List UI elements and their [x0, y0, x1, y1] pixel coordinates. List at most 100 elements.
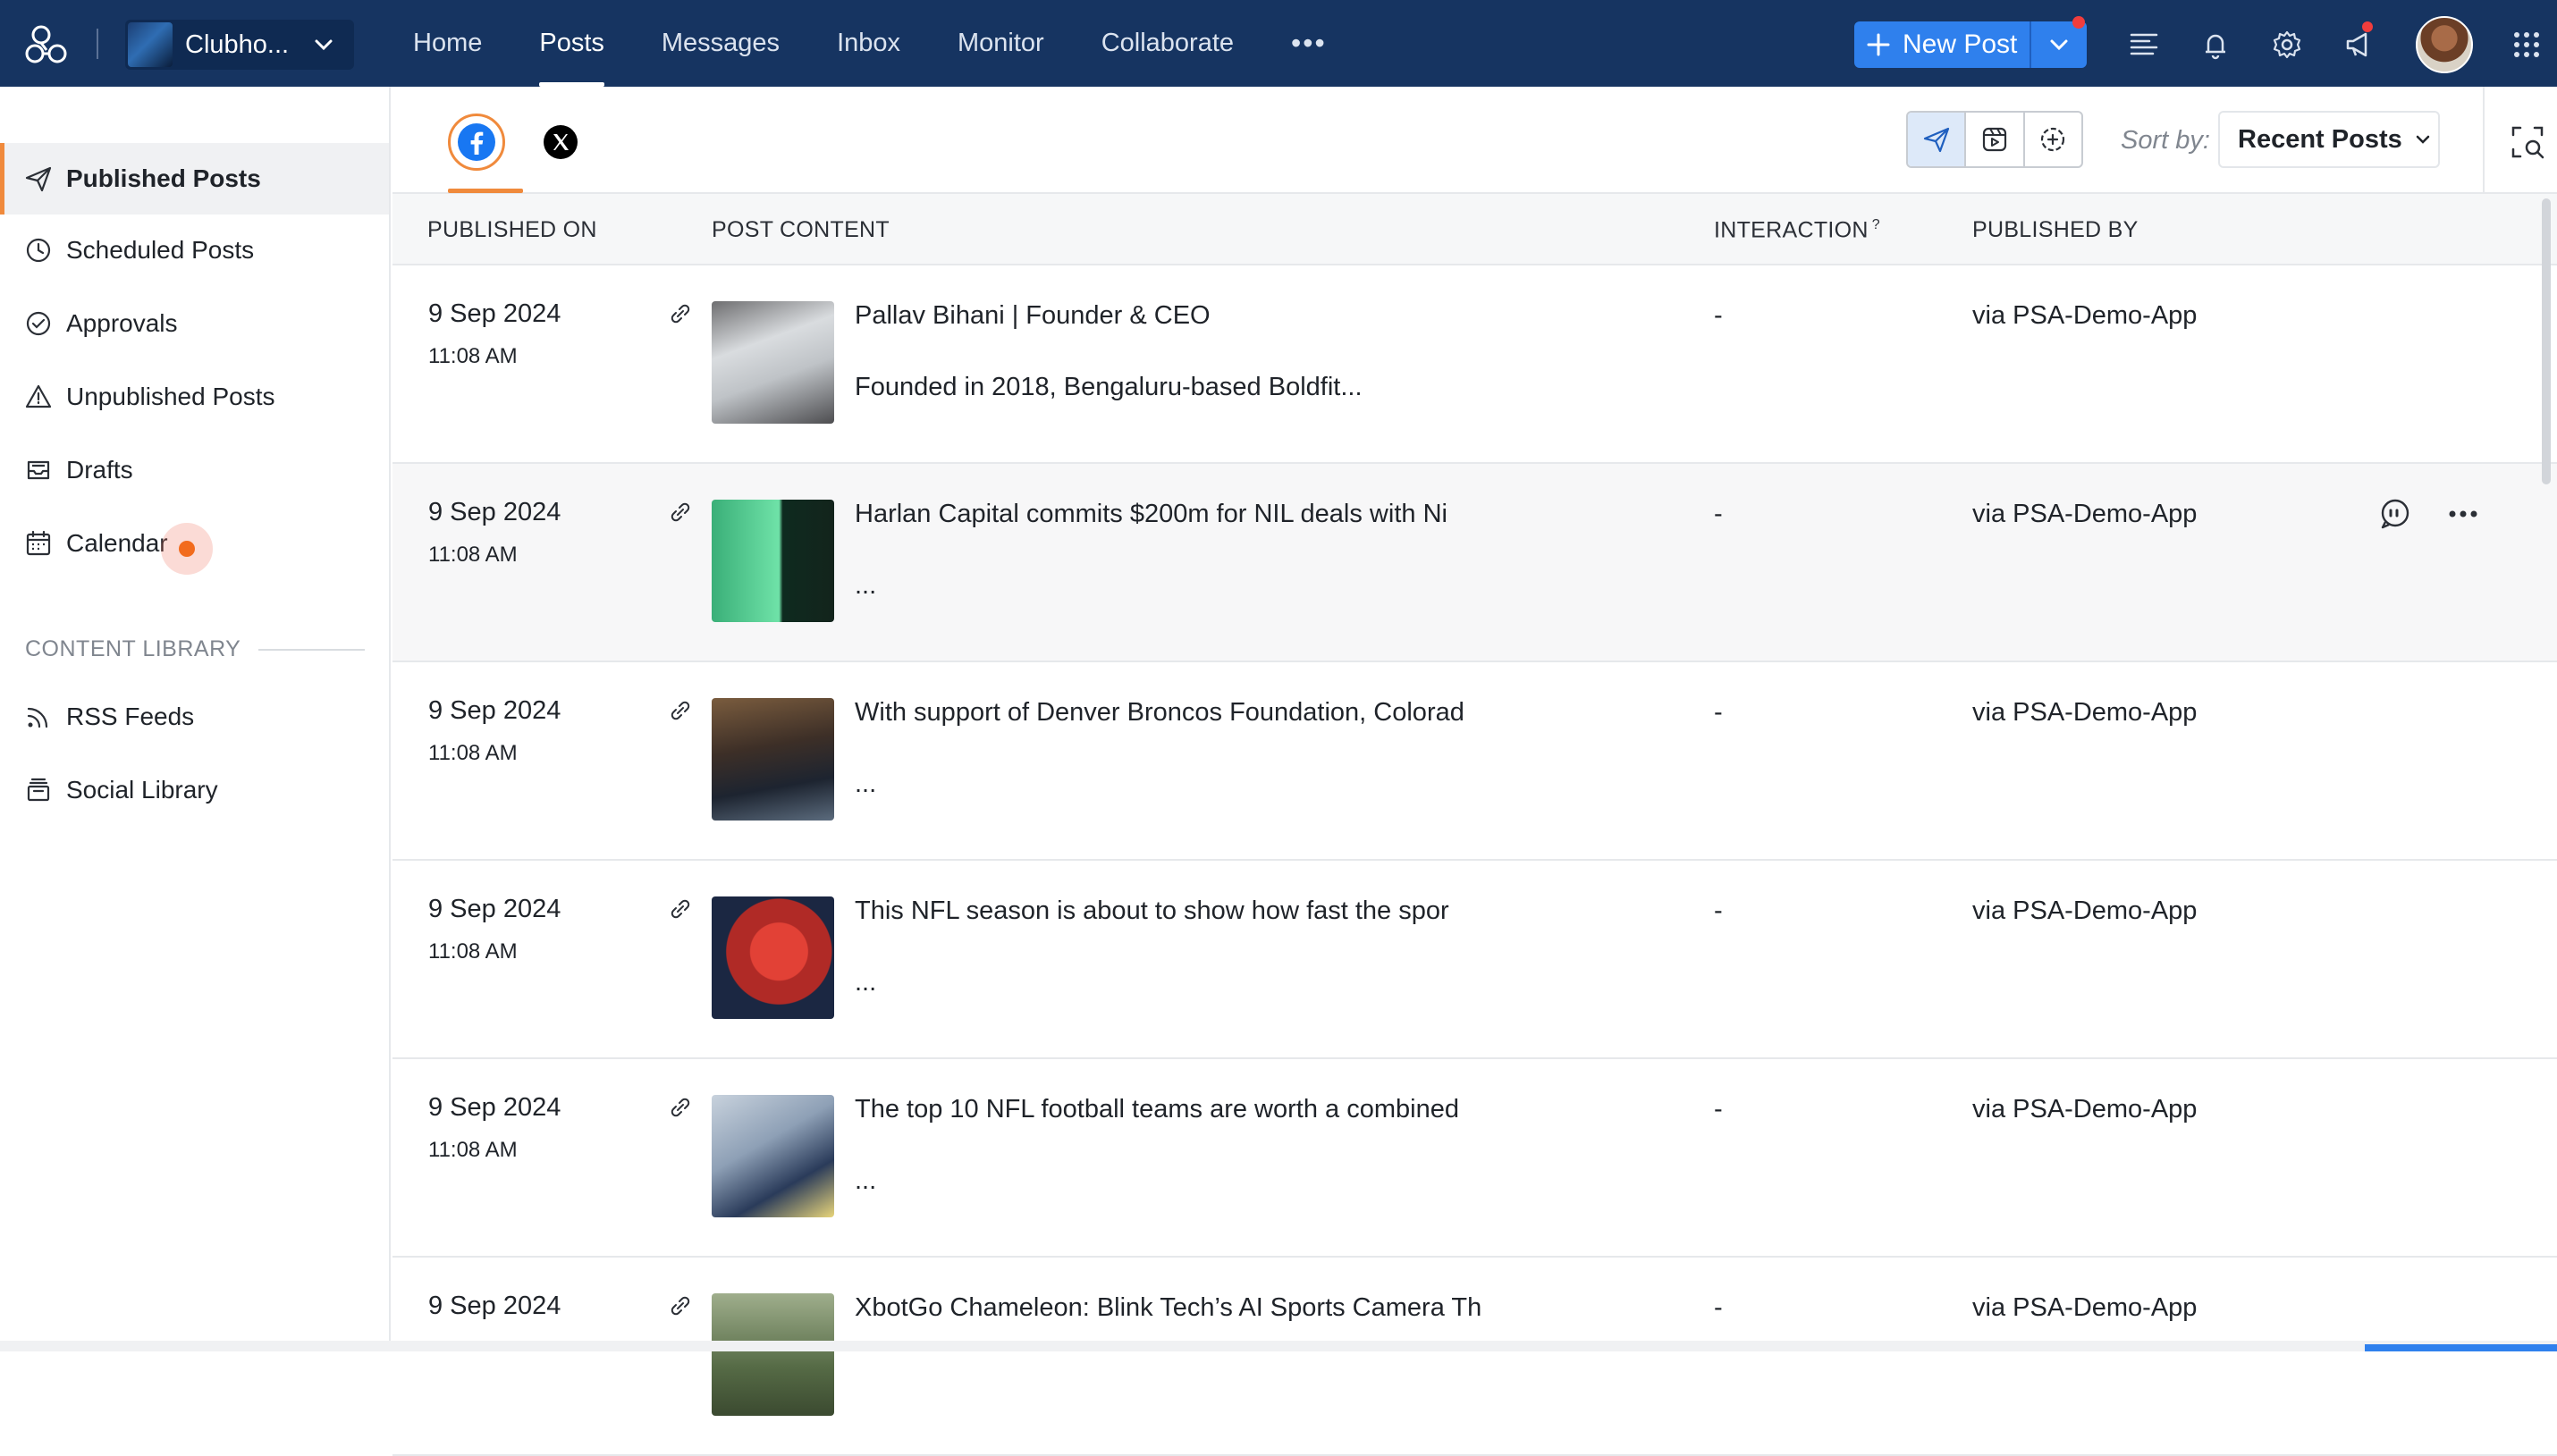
nav-monitor[interactable]: Monitor	[929, 0, 1073, 87]
interaction-header-label: INTERACTION	[1714, 217, 1869, 243]
sidebar-item-label: Approvals	[66, 309, 178, 337]
brand-thumbnail	[128, 22, 173, 67]
toggle-reels-view[interactable]	[1966, 113, 2025, 166]
avatar[interactable]	[2416, 16, 2473, 73]
tab-facebook[interactable]	[448, 114, 505, 171]
send-icon	[25, 166, 52, 192]
network-tabs-bar: Sort by: Recent Posts	[392, 87, 2557, 194]
row-interaction: -	[1714, 301, 1723, 330]
facebook-icon	[458, 123, 495, 161]
post-title[interactable]: With support of Denver Broncos Foundatio…	[855, 698, 1464, 728]
post-type-toggle	[1906, 111, 2083, 168]
post-body: Founded in 2018, Bengaluru-based Boldfit…	[855, 373, 1363, 401]
table-row[interactable]: 9 Sep 2024 11:08 AM Pallav Bihani | Foun…	[392, 265, 2557, 464]
link-icon[interactable]	[666, 895, 695, 923]
table-row[interactable]: 9 Sep 2024 11:08 AM Harlan Capital commi…	[392, 464, 2557, 662]
app-logo-icon[interactable]	[23, 20, 73, 70]
vertical-scrollbar[interactable]	[2542, 198, 2551, 484]
section-divider	[258, 648, 365, 651]
row-published-by: via PSA-Demo-App	[1972, 698, 2198, 727]
bell-icon[interactable]	[2198, 27, 2233, 63]
sidebar-item-published-posts[interactable]: Published Posts	[0, 143, 389, 215]
row-published-by: via PSA-Demo-App	[1972, 301, 2198, 330]
row-date: 9 Sep 2024	[428, 299, 561, 328]
row-time: 11:08 AM	[428, 741, 518, 765]
table-row[interactable]: 9 Sep 2024 11:08 AM The top 10 NFL footb…	[392, 1059, 2557, 1258]
nav-posts-label: Posts	[539, 29, 604, 57]
post-thumbnail[interactable]	[712, 1095, 834, 1217]
gear-icon[interactable]	[2269, 27, 2305, 63]
new-post-button[interactable]: New Post	[1854, 21, 2030, 68]
brand-switcher[interactable]: Clubho...	[125, 20, 354, 70]
check-circle-icon	[26, 311, 51, 336]
active-tab-indicator	[448, 189, 523, 193]
post-thumbnail[interactable]	[712, 1293, 834, 1416]
sort-dropdown[interactable]: Recent Posts	[2218, 111, 2440, 168]
post-thumbnail[interactable]	[712, 500, 834, 622]
sidebar-item-unpublished-posts[interactable]: Unpublished Posts	[0, 361, 389, 433]
x-twitter-icon	[544, 125, 578, 159]
tab-x[interactable]	[532, 114, 589, 171]
row-time: 11:08 AM	[428, 1138, 518, 1162]
sidebar-item-scheduled-posts[interactable]: Scheduled Posts	[0, 215, 389, 286]
post-body: ...	[855, 1166, 877, 1195]
toggle-stories-view[interactable]	[2025, 113, 2081, 166]
post-thumbnail[interactable]	[712, 896, 834, 1019]
link-icon[interactable]	[666, 498, 695, 526]
send-icon	[1923, 127, 1949, 153]
table-row[interactable]: 9 Sep 2024 11:08 AM This NFL season is a…	[392, 861, 2557, 1059]
help-question-icon[interactable]: ?	[1872, 217, 1880, 232]
sidebar-item-social-library[interactable]: Social Library	[0, 754, 389, 826]
rss-icon	[27, 707, 48, 728]
library-icon	[27, 778, 50, 802]
post-title[interactable]: This NFL season is about to show how fas…	[855, 896, 1449, 926]
row-interaction: -	[1714, 698, 1723, 727]
new-post-label: New Post	[1903, 29, 2018, 59]
post-title[interactable]: XbotGo Chameleon: Blink Tech’s AI Sports…	[855, 1293, 1481, 1323]
post-body: ...	[855, 968, 877, 997]
nav-home-label: Home	[413, 29, 483, 57]
row-interaction: -	[1714, 500, 1723, 528]
inbox-tray-icon	[27, 460, 50, 480]
post-thumbnail[interactable]	[712, 301, 834, 424]
bottom-progress-bar	[2365, 1344, 2557, 1351]
calendar-icon	[26, 530, 51, 556]
table-row[interactable]: 9 Sep 2024 11:08 AM With support of Denv…	[392, 662, 2557, 861]
post-title[interactable]: Pallav Bihani | Founder & CEO	[855, 301, 1211, 331]
nav-messages[interactable]: Messages	[633, 0, 808, 87]
column-header-published-on[interactable]: PUBLISHED ON	[427, 217, 597, 243]
post-title[interactable]: Harlan Capital commits $200m for NIL dea…	[855, 500, 1447, 529]
sidebar-item-approvals[interactable]: Approvals	[0, 288, 389, 359]
sidebar-item-rss-feeds[interactable]: RSS Feeds	[0, 681, 389, 753]
sidebar-item-calendar[interactable]: Calendar	[0, 508, 389, 579]
more-options-icon[interactable]	[2445, 496, 2481, 532]
nav-more-button[interactable]: •••	[1262, 0, 1355, 87]
nav-posts[interactable]: Posts	[511, 0, 633, 87]
new-post-button-group: New Post	[1854, 16, 2087, 68]
column-header-interaction[interactable]: INTERACTION?	[1714, 217, 1880, 243]
plus-icon	[1867, 33, 1890, 56]
main-content: Sort by: Recent Posts PUBLISHED ON POST …	[392, 87, 2557, 1456]
post-thumbnail[interactable]	[712, 698, 834, 821]
toggle-posts-view[interactable]	[1908, 113, 1967, 166]
menu-lines-icon[interactable]	[2126, 27, 2162, 63]
new-post-dropdown-button[interactable]	[2030, 16, 2087, 68]
nav-inbox[interactable]: Inbox	[808, 0, 929, 87]
table-row[interactable]: 9 Sep 2024 XbotGo Chameleon: Blink Tech’…	[392, 1258, 2557, 1456]
link-icon[interactable]	[666, 299, 695, 328]
sidebar-item-drafts[interactable]: Drafts	[0, 434, 389, 506]
comment-icon[interactable]	[2377, 496, 2413, 532]
link-icon[interactable]	[666, 1292, 695, 1320]
nav-home[interactable]: Home	[384, 0, 511, 87]
nav-collaborate[interactable]: Collaborate	[1073, 0, 1262, 87]
post-body: ...	[855, 770, 877, 798]
link-icon[interactable]	[666, 696, 695, 725]
megaphone-icon[interactable]	[2341, 27, 2376, 63]
row-actions	[2377, 496, 2481, 532]
post-title[interactable]: The top 10 NFL football teams are worth …	[855, 1095, 1459, 1124]
preview-panel-icon[interactable]	[2508, 122, 2547, 162]
app-grid-icon[interactable]	[2512, 30, 2541, 59]
row-interaction: -	[1714, 896, 1723, 925]
link-icon[interactable]	[666, 1093, 695, 1122]
cursor-highlight-indicator	[161, 523, 213, 575]
